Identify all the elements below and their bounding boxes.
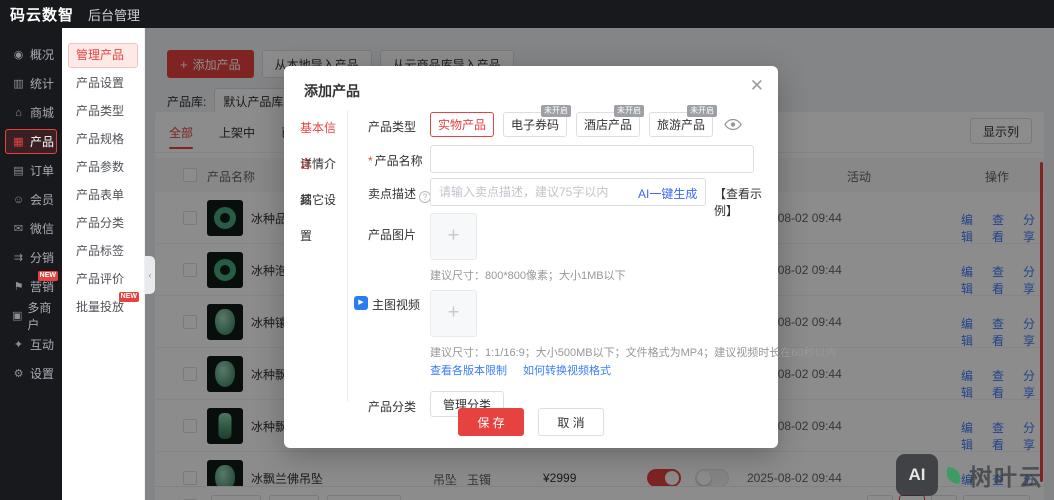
submenu-item[interactable]: 产品表单 [68,183,138,208]
sidebar-item-label: 统计 [30,75,54,92]
sidebar-item-label: 微信 [30,220,54,237]
modal-tab-基本信息[interactable]: 基本信息 [284,110,347,146]
disabled-badge: 未开启 [541,105,571,117]
leaf-icon [945,466,963,484]
sidebar-item-marketing[interactable]: ⚑营销NEW [5,274,57,299]
sidebar-item-label: 商城 [30,104,54,121]
save-button[interactable]: 保 存 [458,408,524,436]
watermark-ai-logo: AI [896,454,938,496]
sidebar-item-label: 概况 [30,46,54,63]
video-icon: ▶ [354,296,368,310]
dashboard-icon: ◉ [12,48,25,61]
sidebar-item-product[interactable]: ▦ 产品 [5,129,57,154]
video-upload-box[interactable] [430,290,477,337]
distribution-icon: ⇉ [12,251,25,264]
sidebar-item-label: 产品 [30,133,54,150]
product-type-options: 实物产品电子券码未开启酒店产品未开启旅游产品未开启 [430,112,742,137]
member-icon: ☺ [12,194,25,206]
new-badge: NEW [38,271,58,281]
submenu-item[interactable]: 管理产品 [68,43,138,68]
sidebar-item-member[interactable]: ☺ 会员 [5,187,57,212]
image-upload-box[interactable] [430,213,477,260]
product-name-input[interactable] [430,145,754,173]
sidebar-item-distribution[interactable]: ⇉ 分销 [5,245,57,270]
type-option-实物产品[interactable]: 实物产品 [430,112,494,137]
modal-side-tabs: 基本信息详情介绍其它设置 [284,110,348,402]
settings-icon: ⚙ [12,367,25,380]
image-hint: 建议尺寸：800*800像素；大小1MB以下 [430,267,626,283]
interaction-icon: ✦ [12,338,25,351]
submenu-item[interactable]: 产品规格 [68,127,138,152]
sidebar-item-label: 分销 [30,249,54,266]
brand-logo: 码云数智 [10,4,74,25]
submenu-item[interactable]: 产品设置 [68,71,138,96]
selling-point-label: 卖点描述? [368,185,431,203]
submenu-item[interactable]: 产品评价 [68,267,138,292]
submenu-item[interactable]: 产品参数 [68,155,138,180]
new-badge: NEW [119,292,139,302]
submenu-item[interactable]: 批量投放NEW [68,295,138,320]
version-limit-link[interactable]: 查看各版本限制 [430,362,507,378]
collapse-sidebar-handle[interactable]: ‹ [145,256,155,294]
sidebar-item-label: 多商户 [27,299,56,333]
modal-title: 添加产品 [304,81,360,101]
submenu-item[interactable]: 产品类型 [68,99,138,124]
submenu-item[interactable]: 产品分类 [68,211,138,236]
disabled-badge: 未开启 [614,105,644,117]
sidebar-item-order[interactable]: ▤ 订单 [5,158,57,183]
video-label: 主图视频 [372,296,420,313]
order-icon: ▤ [12,164,25,177]
marketing-icon: ⚑ [12,280,25,293]
close-icon[interactable]: ✕ [750,76,764,96]
sidebar-item-label: 互动 [30,336,54,353]
modal-tab-其它设置[interactable]: 其它设置 [284,182,347,218]
modal-footer: 保 存 取 消 [284,408,778,436]
multi-merchant-icon: ▣ [12,309,22,322]
type-option-旅游产品[interactable]: 旅游产品未开启 [649,112,713,137]
ai-generate-link[interactable]: AI一键生成 [638,185,697,202]
type-option-电子券码[interactable]: 电子券码未开启 [503,112,567,137]
submenu-item[interactable]: 产品标签 [68,239,138,264]
type-label: 产品类型 [368,118,416,135]
product-icon: ▦ [12,135,25,148]
sidebar-item-dashboard[interactable]: ◉ 概况 [5,42,57,67]
sidebar-item-multi-merchant[interactable]: ▣多商户 [5,303,57,328]
disabled-badge: 未开启 [687,105,717,117]
cancel-button[interactable]: 取 消 [538,408,604,436]
app-window: 码云数智 后台管理 ◉ 概况 ▥ 统计 ⌂ 商城 ▦ 产品 ▤ 订单 ☺ 会员 ✉ 微信 ⇉ 分销 ⚑营销NEW… [0,0,1054,500]
header-subtitle: 后台管理 [88,5,140,24]
watermark: AI 树叶云 [896,454,1044,496]
modal-tab-详情介绍[interactable]: 详情介绍 [284,146,347,182]
sidebar-item-label: 订单 [30,162,54,179]
wechat-icon: ✉ [12,222,25,235]
convert-video-link[interactable]: 如何转换视频格式 [523,362,611,378]
sidebar-item-label: 会员 [30,191,54,208]
sidebar-item-mall[interactable]: ⌂ 商城 [5,100,57,125]
top-header: 码云数智 后台管理 [0,0,1054,28]
name-label: 产品名称 [368,152,423,169]
watermark-brand: 树叶云 [969,458,1044,492]
sidebar-item-wechat[interactable]: ✉ 微信 [5,216,57,241]
type-option-酒店产品[interactable]: 酒店产品未开启 [576,112,640,137]
video-help-links: 查看各版本限制 如何转换视频格式 [430,362,611,378]
sidebar-item-label: 设置 [30,365,54,382]
sidebar-item-stats[interactable]: ▥ 统计 [5,71,57,96]
add-product-modal: 添加产品 ✕ 基本信息详情介绍其它设置 产品类型 实物产品电子券码未开启酒店产品… [284,66,778,448]
primary-sidebar: ◉概况▥统计⌂商城▦产品▤订单☺会员✉微信⇉分销⚑营销NEW▣多商户✦互动⚙设置 [0,28,62,500]
preview-eye-icon[interactable] [724,118,742,131]
mall-icon: ⌂ [12,107,25,119]
view-example-link[interactable]: 【查看示例】 [714,185,778,219]
sidebar-item-interaction[interactable]: ✦ 互动 [5,332,57,357]
sidebar-item-settings[interactable]: ⚙ 设置 [5,361,57,386]
image-label: 产品图片 [368,226,416,243]
video-hint: 建议尺寸：1:1/16:9；大小500MB以下；文件格式为MP4；建议视频时长在… [430,344,836,360]
secondary-sidebar: 管理产品产品设置产品类型产品规格产品参数产品表单产品分类产品标签产品评价批量投放… [62,28,145,500]
stats-icon: ▥ [12,77,25,90]
